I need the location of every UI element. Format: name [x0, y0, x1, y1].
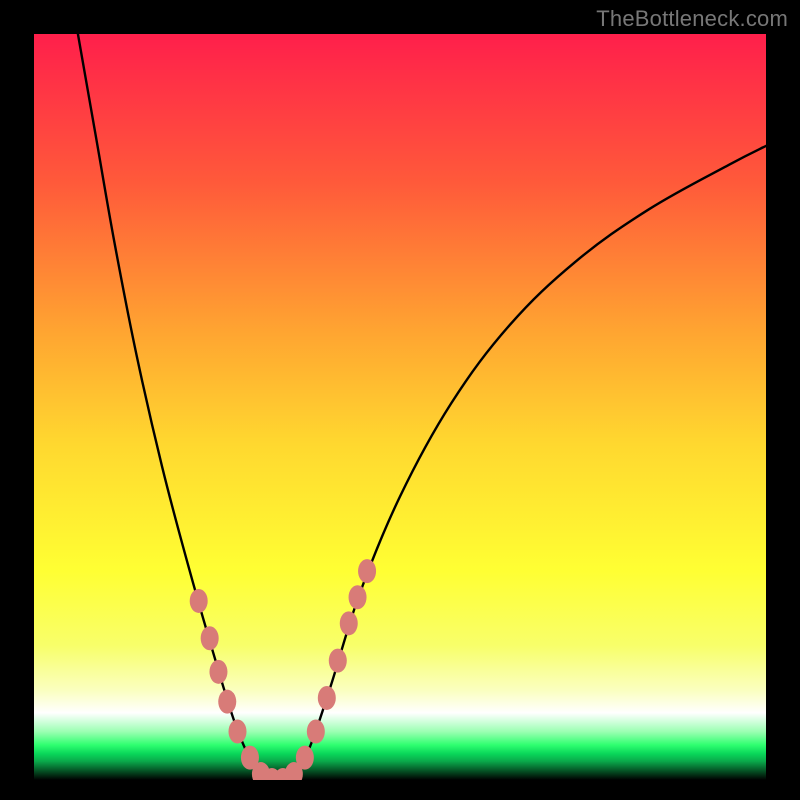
- data-marker: [318, 686, 336, 710]
- data-marker: [307, 720, 325, 744]
- data-marker: [201, 626, 219, 650]
- data-marker: [229, 720, 247, 744]
- bottleneck-curve-chart: [0, 0, 800, 800]
- gradient-background: [34, 34, 766, 780]
- data-marker: [209, 660, 227, 684]
- chart-stage: TheBottleneck.com: [0, 0, 800, 800]
- data-marker: [190, 589, 208, 613]
- data-marker: [296, 746, 314, 770]
- data-marker: [329, 649, 347, 673]
- data-marker: [358, 559, 376, 583]
- data-marker: [218, 690, 236, 714]
- data-marker: [349, 585, 367, 609]
- data-marker: [340, 611, 358, 635]
